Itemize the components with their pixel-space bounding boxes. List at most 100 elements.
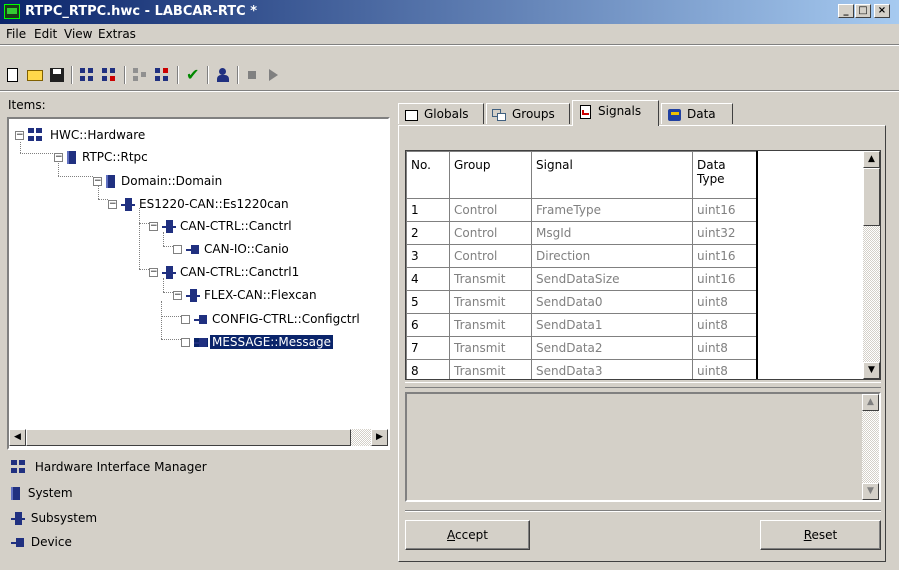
open-icon[interactable] <box>26 66 44 84</box>
tree-node-canctrl[interactable]: − CAN-CTRL::Canctrl <box>149 217 294 235</box>
cell-data-type[interactable]: uint16 <box>692 267 758 291</box>
tree-node-message[interactable]: MESSAGE::Message <box>181 333 334 351</box>
table-row[interactable]: 8 Transmit SendData3 uint8 <box>406 359 758 379</box>
user-icon[interactable] <box>214 66 232 84</box>
tree-remove-icon[interactable] <box>100 66 118 84</box>
table-row[interactable]: 5 Transmit SendData0 uint8 <box>406 290 758 314</box>
title-bar[interactable]: RTPC_RTPC.hwc - LABCAR-RTC * _ □ × <box>0 0 899 24</box>
cell-signal[interactable]: SendData0 <box>531 290 693 314</box>
minimize-button[interactable]: _ <box>838 4 854 18</box>
table-row[interactable]: 2 Control MsgId uint32 <box>406 221 758 245</box>
scroll-thumb[interactable] <box>26 429 351 446</box>
cell-data-type[interactable]: uint32 <box>692 221 758 245</box>
cell-signal[interactable]: SendData1 <box>531 313 693 337</box>
hardware-tree[interactable]: − HWC::Hardware − RTPC::Rtpc − Domain::Doma… <box>7 117 390 450</box>
collapse-icon[interactable]: − <box>149 222 158 231</box>
collapse-icon[interactable]: − <box>54 153 63 162</box>
cell-signal[interactable]: Direction <box>531 244 693 268</box>
tree-horizontal-scrollbar[interactable]: ◀ ▶ <box>9 428 388 447</box>
cell-no[interactable]: 3 <box>406 244 450 268</box>
cell-group[interactable]: Transmit <box>449 313 532 337</box>
cell-group[interactable]: Transmit <box>449 290 532 314</box>
collapse-icon[interactable]: − <box>15 131 24 140</box>
tree-insert-icon[interactable] <box>153 66 171 84</box>
tab-groups[interactable]: Groups <box>486 103 570 124</box>
close-button[interactable]: × <box>874 4 890 18</box>
tab-data[interactable]: Data <box>661 103 733 124</box>
tree-node-domain[interactable]: − Domain::Domain <box>93 172 224 190</box>
cell-signal[interactable]: MsgId <box>531 221 693 245</box>
tree-node-rtpc[interactable]: − RTPC::Rtpc <box>54 148 150 166</box>
cell-no[interactable]: 1 <box>406 198 450 222</box>
reset-button[interactable]: Reset <box>760 520 881 550</box>
column-header-data-type[interactable]: Data Type <box>692 151 758 199</box>
table-row[interactable]: 3 Control Direction uint16 <box>406 244 758 268</box>
cell-group[interactable]: Transmit <box>449 336 532 360</box>
cell-no[interactable]: 2 <box>406 221 450 245</box>
collapse-icon[interactable]: − <box>173 291 182 300</box>
menu-edit[interactable]: Edit <box>34 27 57 41</box>
cell-signal[interactable]: FrameType <box>531 198 693 222</box>
save-icon[interactable] <box>48 66 66 84</box>
menu-extras[interactable]: Extras <box>98 27 136 41</box>
scroll-right-button[interactable]: ▶ <box>371 429 388 446</box>
collapse-icon[interactable]: − <box>108 200 117 209</box>
cell-group[interactable]: Transmit <box>449 267 532 291</box>
scroll-down-button[interactable]: ▼ <box>863 362 880 379</box>
scroll-down-button[interactable]: ▼ <box>862 483 879 500</box>
cell-data-type[interactable]: uint16 <box>692 244 758 268</box>
tab-globals[interactable]: Globals <box>398 103 484 124</box>
cell-group[interactable]: Control <box>449 244 532 268</box>
details-area[interactable]: ▲ ▼ <box>405 392 881 502</box>
column-header-group[interactable]: Group <box>449 151 532 199</box>
details-vertical-scrollbar[interactable]: ▲ ▼ <box>862 394 879 500</box>
cell-no[interactable]: 5 <box>406 290 450 314</box>
accept-button[interactable]: Accept <box>405 520 530 550</box>
tab-signals[interactable]: Signals <box>572 100 659 126</box>
cell-data-type[interactable]: uint8 <box>692 359 758 379</box>
cell-signal[interactable]: SendDataSize <box>531 267 693 291</box>
play-icon[interactable] <box>264 66 282 84</box>
tree-node-hardware[interactable]: − HWC::Hardware <box>15 126 147 144</box>
cell-group[interactable]: Control <box>449 198 532 222</box>
new-icon[interactable] <box>4 66 22 84</box>
tree-node-flexcan[interactable]: − FLEX-CAN::Flexcan <box>173 286 319 304</box>
tree-node-es1220can[interactable]: − ES1220-CAN::Es1220can <box>108 195 291 213</box>
tree-disabled-icon[interactable] <box>131 66 149 84</box>
cell-group[interactable]: Transmit <box>449 359 532 379</box>
cell-no[interactable]: 7 <box>406 336 450 360</box>
cell-no[interactable]: 6 <box>406 313 450 337</box>
cell-signal[interactable]: SendData3 <box>531 359 693 379</box>
cell-signal[interactable]: SendData2 <box>531 336 693 360</box>
stop-icon[interactable] <box>243 66 261 84</box>
menu-view[interactable]: View <box>64 27 92 41</box>
panel-splitter[interactable] <box>405 382 881 388</box>
scroll-up-button[interactable]: ▲ <box>863 151 880 168</box>
cell-data-type[interactable]: uint8 <box>692 290 758 314</box>
maximize-button[interactable]: □ <box>855 4 871 18</box>
table-row[interactable]: 6 Transmit SendData1 uint8 <box>406 313 758 337</box>
cell-no[interactable]: 4 <box>406 267 450 291</box>
grid-vertical-scrollbar[interactable]: ▲ ▼ <box>863 151 880 379</box>
scroll-up-button[interactable]: ▲ <box>862 394 879 411</box>
table-row[interactable]: 1 Control FrameType uint16 <box>406 198 758 222</box>
collapse-icon[interactable]: − <box>93 177 102 186</box>
tree-node-canctrl1[interactable]: − CAN-CTRL::Canctrl1 <box>149 263 301 281</box>
column-header-signal[interactable]: Signal <box>531 151 693 199</box>
check-icon[interactable]: ✔ <box>184 66 202 84</box>
menu-file[interactable]: File <box>6 27 26 41</box>
tree-node-configctrl[interactable]: CONFIG-CTRL::Configctrl <box>181 310 362 328</box>
signals-grid[interactable]: No. Group Signal Data Type 1 Control Frame… <box>405 150 881 380</box>
collapse-icon[interactable]: − <box>149 268 158 277</box>
column-header-no[interactable]: No. <box>406 151 450 199</box>
table-row[interactable]: 7 Transmit SendData2 uint8 <box>406 336 758 360</box>
tree-node-canio[interactable]: CAN-IO::Canio <box>173 240 291 258</box>
table-row[interactable]: 4 Transmit SendDataSize uint16 <box>406 267 758 291</box>
cell-data-type[interactable]: uint16 <box>692 198 758 222</box>
cell-no[interactable]: 8 <box>406 359 450 379</box>
cell-data-type[interactable]: uint8 <box>692 313 758 337</box>
tree-add-icon[interactable] <box>78 66 96 84</box>
cell-data-type[interactable]: uint8 <box>692 336 758 360</box>
scroll-thumb[interactable] <box>863 168 880 226</box>
cell-group[interactable]: Control <box>449 221 532 245</box>
